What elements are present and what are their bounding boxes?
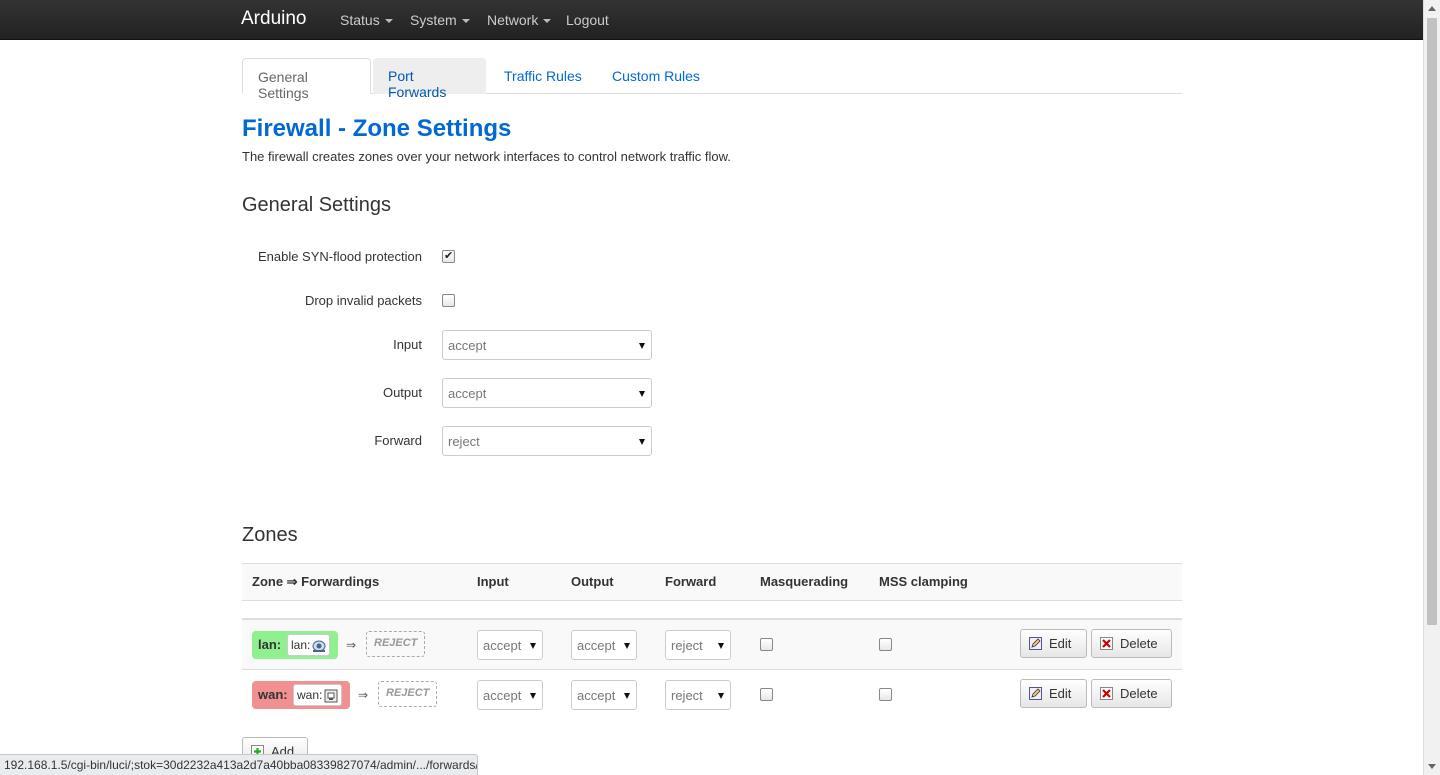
col-masquerading: Masquerading [760, 574, 849, 589]
drop-invalid-checkbox[interactable] [442, 294, 455, 307]
lan-output-select[interactable]: accept [571, 630, 637, 660]
col-mss-clamping: MSS clamping [879, 574, 968, 589]
dropdown-arrow-icon [530, 693, 536, 699]
caret-down-icon [543, 19, 552, 24]
ethernet-icon [324, 689, 338, 703]
forward-arrow-icon: ⇒ [346, 638, 357, 652]
forward-target-reject: REJECT [366, 631, 426, 657]
tab-port-forwards[interactable]: Port Forwards [373, 58, 486, 100]
zones-table-header: Zone ⇒ Forwardings Input Output Forward … [242, 563, 1182, 601]
dropdown-arrow-icon [639, 439, 645, 445]
edit-icon [1029, 637, 1042, 650]
dropdown-arrow-icon [639, 343, 645, 349]
nav-status[interactable]: Status [340, 12, 393, 28]
vertical-scrollbar[interactable] [1423, 0, 1440, 775]
syn-flood-checkbox[interactable] [442, 249, 455, 263]
dropdown-arrow-icon [718, 643, 724, 649]
lan-delete-button[interactable]: Delete [1091, 629, 1172, 658]
wan-output-select[interactable]: accept [571, 680, 637, 710]
top-navbar: Arduino Status System Network Logout [0, 0, 1423, 40]
lan-input-select[interactable]: accept [477, 630, 543, 660]
forward-target-reject: REJECT [378, 681, 438, 707]
syn-flood-label: Enable SYN-flood protection [257, 249, 422, 264]
col-zone: Zone ⇒ Forwardings [252, 574, 380, 589]
dropdown-arrow-icon [639, 391, 645, 397]
wan-edit-button[interactable]: Edit [1020, 679, 1087, 708]
forward-policy-select[interactable]: reject [442, 426, 652, 456]
zones-heading: Zones [242, 524, 298, 546]
scroll-down-icon[interactable] [1428, 764, 1436, 769]
output-policy-select[interactable]: accept [442, 378, 652, 408]
caret-down-icon [461, 19, 470, 24]
iface-badge-lan: lan: [287, 634, 331, 656]
tab-traffic-rules[interactable]: Traffic Rules [489, 58, 597, 94]
forward-label: Forward [374, 433, 422, 448]
zone-row-wan: wan: wan: ⇒ REJECT accept accept reject … [242, 669, 1182, 719]
lan-forward-select[interactable]: reject [665, 630, 731, 660]
iface-badge-wan: wan: [293, 684, 343, 706]
wan-input-select[interactable]: accept [477, 680, 543, 710]
col-input: Input [477, 574, 509, 589]
tab-custom-rules[interactable]: Custom Rules [597, 58, 715, 94]
browser-status-url: 192.168.1.5/cgi-bin/luci/;stok=30d2232a4… [0, 754, 478, 775]
zone-badge-lan[interactable]: lan: lan: [252, 631, 338, 659]
lan-masquerading-checkbox[interactable] [760, 638, 773, 651]
nav-network[interactable]: Network [487, 12, 552, 28]
general-settings-heading: General Settings [242, 194, 391, 216]
edit-icon [1029, 687, 1042, 700]
tab-general-settings[interactable]: General Settings [242, 58, 371, 101]
lan-mss-clamping-checkbox[interactable] [879, 638, 892, 651]
dropdown-arrow-icon [530, 643, 536, 649]
page-description: The firewall creates zones over your net… [242, 149, 731, 164]
zone-row-lan: lan: lan: ⇒ REJECT accept accept reject … [242, 619, 1182, 669]
wan-forward-select[interactable]: reject [665, 680, 731, 710]
scroll-thumb[interactable] [1427, 18, 1437, 625]
output-label: Output [382, 385, 422, 400]
col-forward: Forward [665, 574, 717, 589]
dropdown-arrow-icon [624, 693, 630, 699]
wan-delete-button[interactable]: Delete [1091, 679, 1172, 708]
bridge-icon [312, 640, 326, 652]
brand-logo[interactable]: Arduino [241, 8, 307, 30]
scroll-up-icon[interactable] [1428, 6, 1436, 11]
page-title: Firewall - Zone Settings [242, 115, 512, 142]
dropdown-arrow-icon [624, 643, 630, 649]
forward-arrow-icon: ⇒ [358, 688, 369, 702]
caret-down-icon [384, 19, 393, 24]
wan-masquerading-checkbox[interactable] [760, 688, 773, 701]
table-spacer-row [242, 601, 1182, 619]
delete-icon [1100, 637, 1113, 650]
lan-edit-button[interactable]: Edit [1020, 629, 1087, 658]
nav-logout[interactable]: Logout [566, 12, 609, 28]
nav-system[interactable]: System [410, 12, 470, 28]
wan-mss-clamping-checkbox[interactable] [879, 688, 892, 701]
drop-invalid-label: Drop invalid packets [304, 293, 422, 308]
input-policy-select[interactable]: accept [442, 330, 652, 360]
dropdown-arrow-icon [718, 693, 724, 699]
col-output: Output [571, 574, 614, 589]
input-label: Input [393, 337, 422, 352]
zone-badge-wan[interactable]: wan: wan: [252, 681, 350, 709]
delete-icon [1100, 687, 1113, 700]
